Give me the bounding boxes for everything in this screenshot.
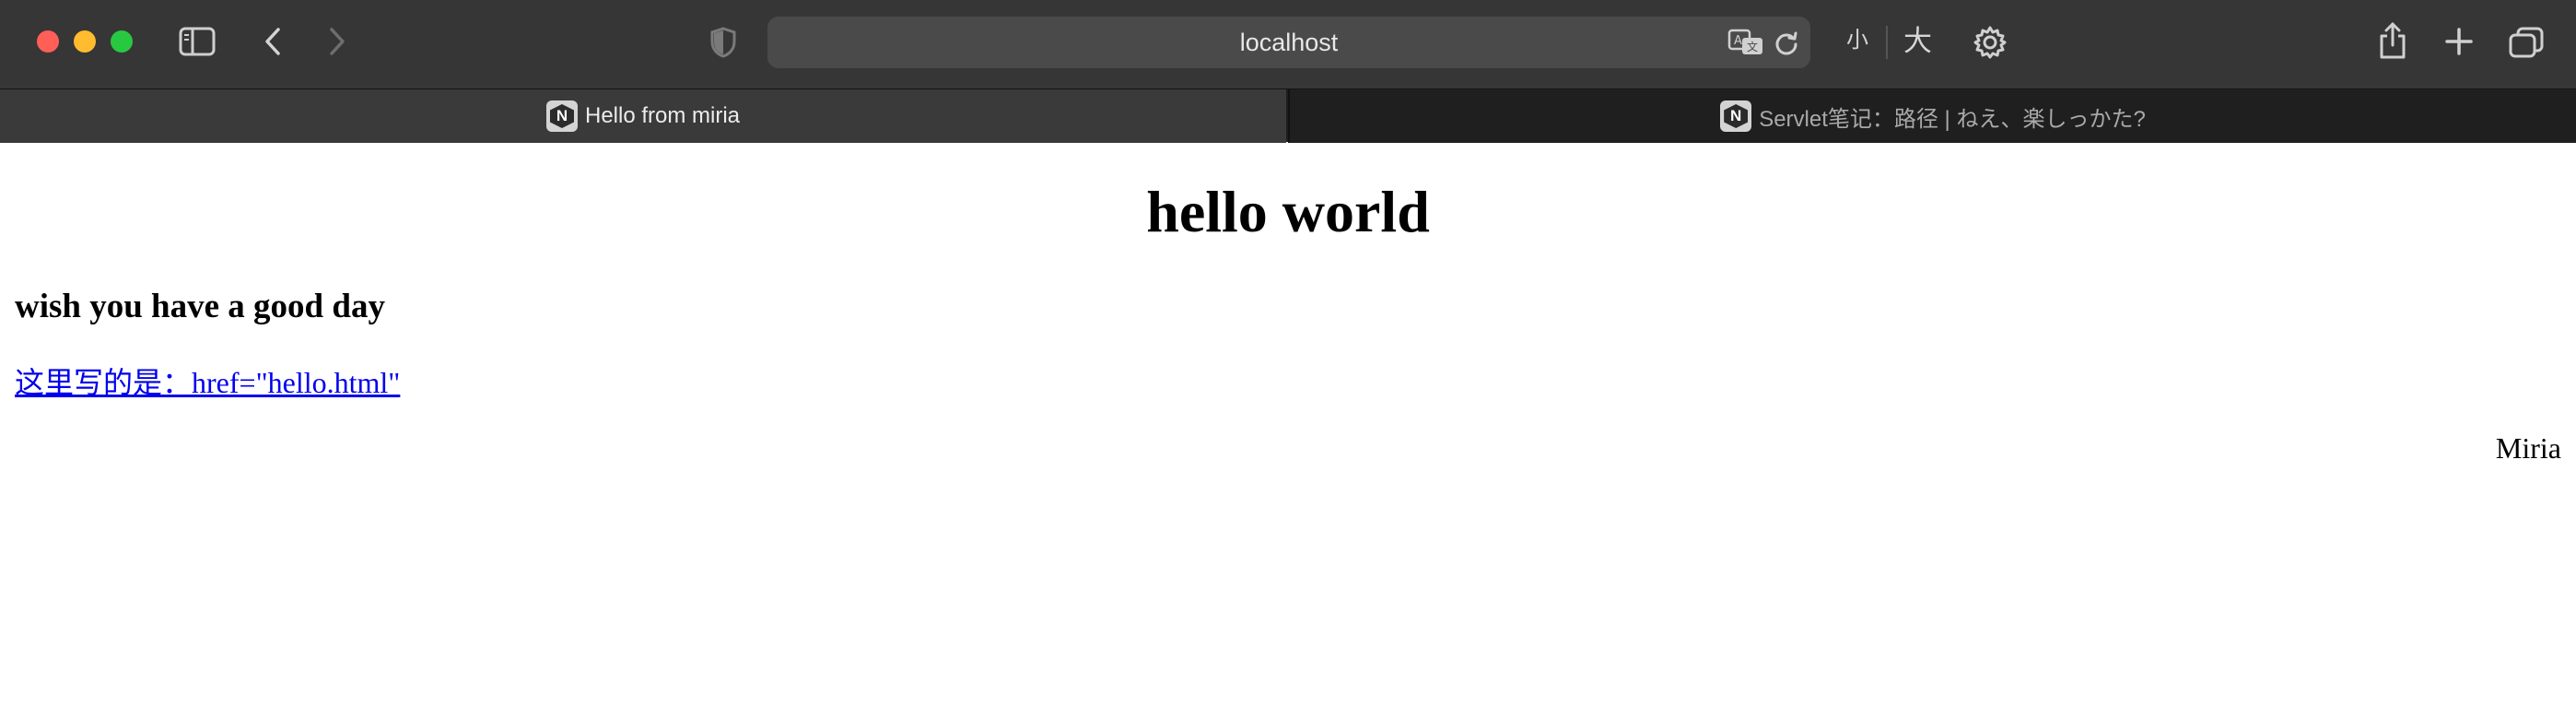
tab-title: Servlet笔记：路径 | ねえ、楽しっかた? (1759, 106, 2146, 132)
zoom-window-button[interactable] (111, 30, 133, 53)
tab-servlet-notes[interactable]: N Servlet笔记：路径 | ねえ、楽しっかた? (1288, 89, 2576, 143)
nginx-favicon-icon: N (1720, 100, 1752, 132)
new-tab-icon[interactable] (2443, 26, 2475, 57)
translate-icon[interactable]: A 文 (1727, 28, 1764, 57)
page-content: hello world wish you have a good day 这里写… (0, 143, 2576, 719)
back-icon[interactable] (262, 26, 284, 57)
minimize-window-button[interactable] (74, 30, 96, 53)
larger-text-button[interactable]: 大 (1903, 27, 1932, 55)
page-heading: hello world (1146, 179, 1430, 244)
smaller-text-button[interactable]: 小 (1846, 29, 1868, 52)
address-bar-text: localhost (1239, 29, 1339, 56)
share-icon[interactable] (2377, 20, 2408, 61)
svg-text:文: 文 (1747, 40, 1758, 53)
browser-toolbar: localhost A 文 小 大 (0, 0, 2576, 88)
forward-icon[interactable] (326, 26, 348, 57)
sidebar-toggle-icon[interactable] (179, 26, 216, 57)
tab-title: Hello from miria (584, 103, 741, 128)
page-subheading: wish you have a good day (15, 288, 385, 325)
hello-html-link[interactable]: 这里写的是：href="hello.html" (15, 366, 400, 399)
privacy-shield-icon[interactable] (709, 26, 737, 59)
reload-icon[interactable] (1774, 29, 1799, 55)
tab-bar: N Hello from miria N Servlet笔记：路径 | ねえ、楽… (0, 88, 2576, 143)
toolbar-divider (1886, 26, 1888, 59)
svg-text:A: A (1734, 34, 1742, 48)
address-bar[interactable]: localhost A 文 (767, 17, 1810, 68)
close-window-button[interactable] (37, 30, 59, 53)
tab-hello-from-miria[interactable]: N Hello from miria (0, 89, 1286, 143)
signature: Miria (2495, 431, 2561, 465)
nginx-favicon-icon: N (545, 100, 578, 132)
tab-overview-icon[interactable] (2508, 26, 2545, 59)
gear-icon[interactable] (1972, 24, 2008, 61)
